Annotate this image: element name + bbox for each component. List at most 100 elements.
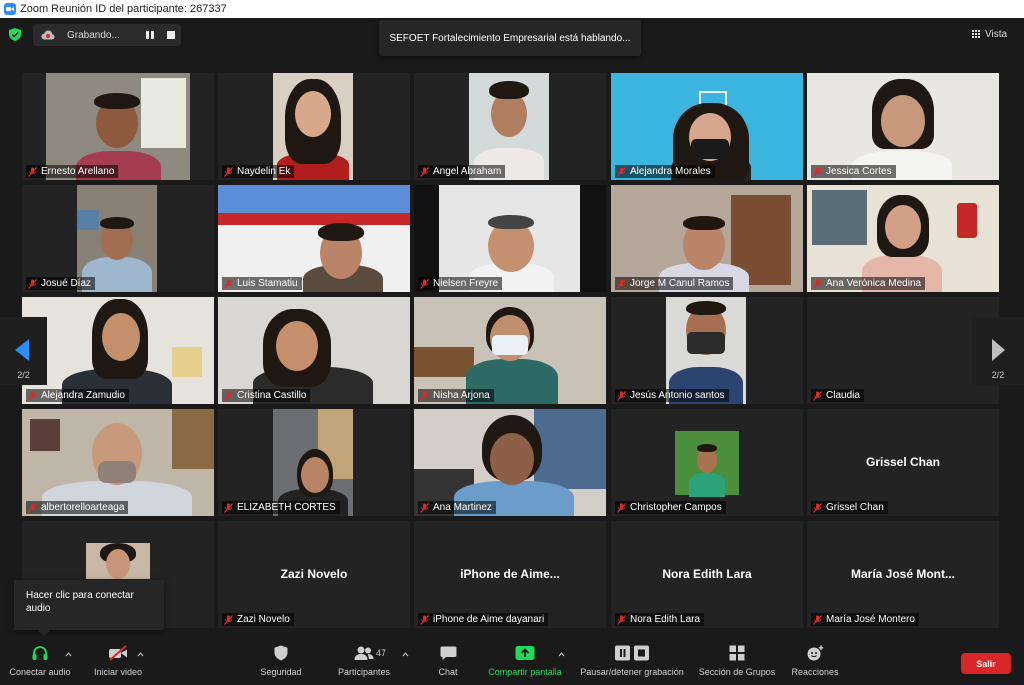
participant-video [46, 73, 190, 180]
muted-mic-icon [617, 166, 626, 177]
breakout-rooms-icon [729, 644, 745, 662]
participant-name-label: Nisha Arjona [418, 389, 494, 402]
muted-mic-icon [28, 278, 37, 289]
muted-mic-icon [224, 166, 233, 177]
participant-tile[interactable]: Jessica Cortes [807, 73, 999, 180]
participant-video [807, 185, 999, 292]
chat-button[interactable]: Chat [430, 644, 466, 677]
participant-display-name: Grissel Chan [865, 455, 941, 469]
muted-mic-icon [617, 614, 626, 625]
muted-mic-icon [813, 502, 822, 513]
muted-mic-icon [420, 166, 429, 177]
participant-tile[interactable]: Jorge M Canul Ramos [611, 185, 803, 292]
participant-tile[interactable]: Alejandra Morales [611, 73, 803, 180]
participant-tile[interactable]: iPhone de Aime... iPhone de Aime dayanar… [414, 521, 606, 628]
participant-tile[interactable]: Ana Martinez [414, 409, 606, 516]
pause-stop-icon [614, 644, 650, 662]
share-screen-button[interactable]: Compartir pantalla [485, 644, 565, 677]
participant-tile[interactable]: Naydelin Ek [218, 73, 410, 180]
participant-name-label: Jorge M Canul Ramos [615, 277, 734, 290]
participant-tile[interactable]: albertorelloarteaga [22, 409, 214, 516]
participant-name-label: Claudia [811, 389, 864, 402]
participant-name-label: Josué Díaz [26, 277, 96, 290]
participant-video [22, 297, 214, 404]
participant-name-label: Christopher Campos [615, 501, 726, 514]
participant-name-label: Jessica Cortes [811, 165, 896, 178]
participant-display-name: Zazi Novelo [280, 567, 348, 581]
muted-mic-icon [420, 614, 429, 625]
reactions-button[interactable]: Reacciones [790, 644, 840, 677]
next-page-button[interactable]: 2/2 [972, 317, 1024, 385]
participant-tile[interactable]: Josué Díaz [22, 185, 214, 292]
participant-tile[interactable]: Ana Verónica Medina [807, 185, 999, 292]
muted-mic-icon [224, 390, 233, 401]
participant-tile[interactable]: Grissel Chan Grissel Chan [807, 409, 999, 516]
participant-tile[interactable]: Luis Stamatiu [218, 185, 410, 292]
participant-video [414, 185, 606, 292]
muted-mic-icon [420, 278, 429, 289]
participant-tile[interactable]: Angel Abraham [414, 73, 606, 180]
muted-mic-icon [224, 614, 233, 625]
participant-video [218, 297, 410, 404]
video-options-caret-icon[interactable] [137, 651, 144, 658]
start-video-button[interactable]: Iniciar video [88, 644, 148, 677]
connect-audio-button[interactable]: Conectar audio [8, 644, 72, 677]
participant-avatar-photo [86, 543, 150, 579]
participant-name-label: albertorelloarteaga [26, 501, 129, 514]
participant-tile[interactable]: Zazi Novelo Zazi Novelo [218, 521, 410, 628]
participant-name-label: Alejandra Morales [615, 165, 715, 178]
participant-video [414, 297, 606, 404]
participant-tile[interactable]: Nisha Arjona [414, 297, 606, 404]
share-screen-icon [515, 644, 535, 662]
participant-tile[interactable]: ELIZABETH CORTES [218, 409, 410, 516]
participants-caret-icon[interactable] [402, 651, 409, 658]
muted-mic-icon [420, 390, 429, 401]
participant-tile[interactable]: Nielsen Freyre [414, 185, 606, 292]
participant-video [273, 409, 353, 516]
participant-name-label: Jesús Antonio santos [615, 389, 729, 402]
security-button[interactable]: Seguridad [256, 644, 306, 677]
muted-mic-icon [813, 614, 822, 625]
muted-mic-icon [813, 278, 822, 289]
muted-mic-icon [28, 166, 37, 177]
participant-video [273, 73, 353, 180]
participant-name-label: ELIZABETH CORTES [222, 501, 340, 514]
audio-options-caret-icon[interactable] [65, 651, 72, 658]
participant-video [77, 185, 157, 292]
muted-mic-icon [813, 166, 822, 177]
chevron-left-icon [15, 339, 29, 361]
participant-name-label: Luis Stamatiu [222, 277, 302, 290]
participant-video [414, 409, 606, 516]
participant-tile[interactable]: Nora Edith Lara Nora Edith Lara [611, 521, 803, 628]
participant-name-label: Naydelin Ek [222, 165, 295, 178]
previous-page-button[interactable]: 2/2 [0, 317, 47, 385]
participant-video [218, 185, 410, 292]
participant-tile[interactable]: Jesús Antonio santos [611, 297, 803, 404]
muted-mic-icon [617, 278, 626, 289]
participant-video [22, 409, 214, 516]
participant-name-label: Alejandra Zamudio [26, 389, 129, 402]
breakout-rooms-button[interactable]: Sección de Grupos [696, 644, 778, 677]
participant-name-label: Grissel Chan [811, 501, 888, 514]
participant-display-name: María José Mont... [850, 567, 956, 581]
meeting-toolbar: Conectar audio Iniciar video Seguridad P… [0, 636, 1024, 685]
participant-video [666, 297, 746, 404]
share-options-caret-icon[interactable] [558, 651, 565, 658]
participant-name-label: Zazi Novelo [222, 613, 294, 626]
participant-tile[interactable]: Alejandra Zamudio [22, 297, 214, 404]
participant-name-label: María José Montero [811, 613, 919, 626]
chevron-right-icon [992, 339, 1005, 361]
participant-tile[interactable]: Christopher Campos [611, 409, 803, 516]
connect-audio-tooltip: Hacer clic para conectar audio [14, 580, 164, 636]
participant-name-label: iPhone de Aime dayanari [418, 613, 549, 626]
participant-tile[interactable]: María José Mont... María José Montero [807, 521, 999, 628]
headphones-icon [31, 644, 49, 662]
pause-stop-recording-button[interactable]: Pausar/detener grabación [577, 644, 687, 677]
participant-tile[interactable]: Cristina Castillo [218, 297, 410, 404]
leave-meeting-button[interactable]: Salir [961, 653, 1011, 674]
participant-name-label: Nora Edith Lara [615, 613, 705, 626]
participant-tile[interactable]: Ernesto Arellano [22, 73, 214, 180]
participant-avatar-photo [675, 431, 739, 497]
muted-mic-icon [617, 502, 626, 513]
participant-tile[interactable]: Claudia [807, 297, 999, 404]
